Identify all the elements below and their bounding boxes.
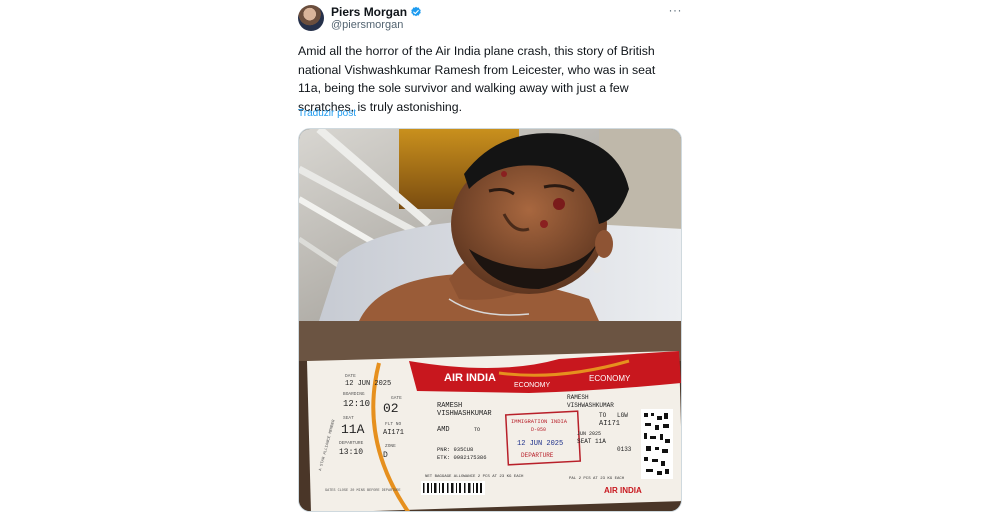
cabin-class: ECONOMY xyxy=(514,382,551,389)
airline-name: AIR INDIA xyxy=(444,372,496,384)
stamp-code: D-050 xyxy=(531,427,546,433)
etk: ETK: 0982175386 xyxy=(437,454,487,461)
stub-passenger-given-name: VISHWASHKUMAR xyxy=(567,402,614,409)
departure-label: DEPARTURE xyxy=(339,440,364,446)
passenger-surname: RAMESH xyxy=(437,402,462,410)
avatar[interactable] xyxy=(298,5,324,31)
zone-label: ZONE xyxy=(385,443,396,449)
more-options-icon[interactable]: ··· xyxy=(669,3,683,17)
zone-value: D xyxy=(383,451,388,460)
tweet-text: Amid all the horror of the Air India pla… xyxy=(298,44,656,114)
stub-to-label: TO xyxy=(599,412,607,419)
departure-time: 13:10 xyxy=(339,448,363,457)
boarding-label: BOARDING xyxy=(343,391,365,397)
tweet-media[interactable]: AIR INDIA ECONOMY ECONOMY DATE 12 JUN 20… xyxy=(298,128,682,512)
passenger-given-name: VISHWASHKUMAR xyxy=(437,410,492,418)
stub-passenger-surname: RAMESH xyxy=(567,394,589,401)
flight-date: 12 JUN 2025 xyxy=(345,380,391,388)
stub-cabin-class: ECONOMY xyxy=(589,374,631,383)
boarding-time: 12:10 xyxy=(343,399,370,409)
stamp-date: 12 JUN 2025 xyxy=(517,440,563,448)
stub-date: JUN 2025 xyxy=(577,431,601,437)
flight-label: FLT NO xyxy=(385,421,402,427)
destination-code: LGW xyxy=(617,412,628,419)
author-display-name[interactable]: Piers Morgan xyxy=(331,5,407,19)
author-handle[interactable]: @piersmorgan xyxy=(331,19,403,31)
stub-gate-code: 0133 xyxy=(617,446,632,453)
origin-code: AMD xyxy=(437,426,450,434)
baggage-allowance: NET BAGGAGE ALLOWANCE 2 PCS AT 23 KG EAC… xyxy=(425,475,524,479)
seat-value: 11A xyxy=(341,422,365,437)
seat-label: SEAT xyxy=(343,415,354,421)
survivor-photo xyxy=(299,129,681,321)
stamp-title: IMMIGRATION INDIA xyxy=(511,418,568,425)
gate-value: 02 xyxy=(383,401,399,416)
boarding-pass-photo: AIR INDIA ECONOMY ECONOMY DATE 12 JUN 20… xyxy=(299,321,681,511)
translate-post-link[interactable]: Traduzir post xyxy=(298,108,356,119)
date-label: DATE xyxy=(345,373,356,379)
pnr: PNR: 935CU8 xyxy=(437,446,473,453)
tweet-card: Piers Morgan @piersmorgan ··· Amid all t… xyxy=(298,0,684,517)
author-name-row: Piers Morgan xyxy=(331,5,422,19)
stub-seat: SEAT 11A xyxy=(577,438,606,445)
verified-badge-icon xyxy=(411,6,421,17)
stub-flight-number: AI171 xyxy=(599,420,620,428)
qr-code xyxy=(641,409,673,479)
gate-close-note: GATES CLOSE 20 MINS BEFORE DEPARTURE xyxy=(325,489,401,493)
stamp-departure: DEPARTURE xyxy=(521,452,554,459)
flight-number: AI171 xyxy=(383,429,404,437)
to-label: TO xyxy=(474,427,480,433)
barcode xyxy=(421,481,485,495)
stub-airline-logo: AIR INDIA xyxy=(604,486,642,495)
stub-baggage: PAL 2 PCS AT 23 KG EACH xyxy=(569,477,625,481)
